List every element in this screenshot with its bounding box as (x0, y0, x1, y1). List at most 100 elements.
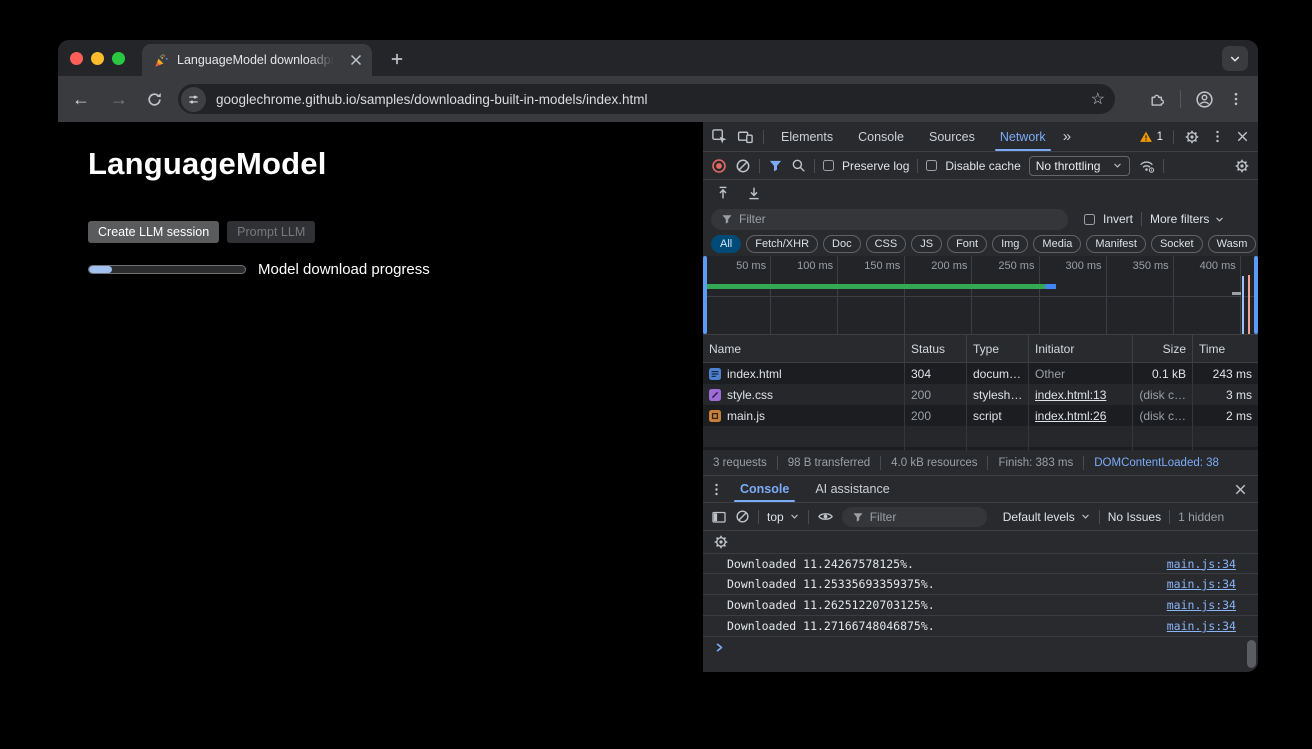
clear-console-icon[interactable] (735, 509, 750, 524)
tick-label: 50 ms (703, 256, 770, 276)
export-har-icon[interactable] (746, 185, 762, 201)
search-icon[interactable] (791, 158, 806, 173)
request-name[interactable]: index.html (727, 367, 782, 381)
console-message: Downloaded 11.27166748046875%. main.js:3… (703, 616, 1258, 637)
tab-overview-button[interactable] (1222, 46, 1248, 71)
close-window-button[interactable] (70, 52, 83, 65)
more-filters-dropdown[interactable]: More filters (1150, 212, 1225, 226)
table-row[interactable]: index.html 304 docum… Other 0.1 kB 243 m… (703, 363, 1258, 384)
forward-button[interactable]: → (110, 90, 128, 108)
filter-funnel-icon (852, 511, 864, 523)
site-settings-button[interactable] (181, 87, 206, 112)
traffic-lights (70, 52, 125, 65)
more-tabs-icon[interactable]: » (1063, 128, 1071, 145)
devtools-close-icon[interactable] (1235, 129, 1250, 144)
chip-media[interactable]: Media (1033, 235, 1081, 253)
profile-icon[interactable] (1195, 90, 1214, 109)
chip-wasm[interactable]: Wasm (1208, 235, 1257, 253)
live-expression-eye-icon[interactable] (817, 508, 834, 525)
disable-cache-label[interactable]: Disable cache (945, 159, 1020, 173)
network-conditions-icon[interactable] (1138, 157, 1155, 174)
minimize-window-button[interactable] (91, 52, 104, 65)
drawer-close-icon[interactable] (1233, 482, 1248, 497)
warning-badge[interactable]: 1 (1139, 130, 1163, 144)
drawer-tab-console[interactable]: Console (730, 476, 799, 502)
message-source-link[interactable]: main.js:34 (1167, 577, 1236, 591)
initiator-link[interactable]: index.html:26 (1035, 409, 1106, 423)
tab-network[interactable]: Network (992, 122, 1054, 151)
issues-counter[interactable]: No Issues (1108, 510, 1161, 524)
tab-close-icon[interactable] (348, 52, 364, 68)
log-levels-dropdown[interactable]: Default levels (1003, 510, 1091, 524)
chip-fetch-xhr[interactable]: Fetch/XHR (746, 235, 818, 253)
overview-right-handle[interactable] (1254, 256, 1258, 334)
table-row[interactable]: style.css 200 stylesh… index.html:13 (di… (703, 384, 1258, 405)
bookmark-star-icon[interactable]: ☆ (1091, 89, 1105, 109)
context-selector[interactable]: top (767, 510, 800, 524)
network-settings-icon[interactable] (1234, 158, 1250, 174)
hidden-messages-count[interactable]: 1 hidden (1178, 510, 1224, 524)
fullscreen-window-button[interactable] (112, 52, 125, 65)
col-type[interactable]: Type (967, 335, 1029, 362)
import-har-icon[interactable] (715, 185, 731, 201)
console-sidebar-icon[interactable] (711, 509, 727, 525)
browser-tab[interactable]: LanguageModel downloadpro (142, 44, 372, 76)
chip-img[interactable]: Img (992, 235, 1028, 253)
filter-funnel-icon[interactable] (768, 158, 783, 173)
stylesheet-file-icon (709, 389, 721, 401)
tab-elements[interactable]: Elements (773, 122, 841, 151)
chip-manifest[interactable]: Manifest (1086, 235, 1146, 253)
tab-console[interactable]: Console (850, 122, 912, 151)
network-overview-timeline[interactable]: 50 ms 100 ms 150 ms 200 ms 250 ms 300 ms… (703, 256, 1258, 335)
new-tab-button[interactable] (388, 50, 406, 68)
col-status[interactable]: Status (905, 335, 967, 362)
devtools-menu-icon[interactable] (1210, 129, 1225, 144)
record-network-log-icon[interactable] (711, 158, 727, 174)
message-source-link[interactable]: main.js:34 (1167, 598, 1236, 612)
message-source-link[interactable]: main.js:34 (1167, 619, 1236, 633)
preserve-log-checkbox[interactable] (823, 160, 834, 171)
tab-sources[interactable]: Sources (921, 122, 983, 151)
console-prompt[interactable] (703, 637, 1258, 655)
request-name[interactable]: main.js (727, 409, 765, 423)
throttling-select[interactable]: No throttling (1029, 156, 1131, 176)
chip-font[interactable]: Font (947, 235, 987, 253)
request-name[interactable]: style.css (727, 388, 773, 402)
url-text[interactable]: googlechrome.github.io/samples/downloadi… (216, 92, 1083, 107)
network-filter-input[interactable] (739, 212, 1058, 226)
drawer-tab-ai-assistance[interactable]: AI assistance (805, 476, 899, 502)
devtools-settings-icon[interactable] (1184, 129, 1200, 145)
initiator-link[interactable]: index.html:13 (1035, 388, 1106, 402)
transferred-size: 98 B transferred (788, 457, 870, 469)
col-initiator[interactable]: Initiator (1029, 335, 1133, 362)
inspect-element-icon[interactable] (711, 128, 728, 145)
overview-left-handle[interactable] (703, 256, 707, 334)
back-button[interactable]: ← (72, 90, 90, 108)
drawer-menu-icon[interactable] (709, 482, 724, 497)
address-bar[interactable]: googlechrome.github.io/samples/downloadi… (178, 84, 1115, 114)
disable-cache-checkbox[interactable] (926, 160, 937, 171)
chip-all[interactable]: All (711, 235, 741, 253)
invert-checkbox[interactable] (1084, 214, 1095, 225)
create-llm-session-button[interactable]: Create LLM session (88, 221, 219, 243)
chip-css[interactable]: CSS (866, 235, 907, 253)
invert-label[interactable]: Invert (1103, 212, 1133, 226)
console-settings-icon[interactable] (713, 534, 729, 550)
chip-doc[interactable]: Doc (823, 235, 861, 253)
message-source-link[interactable]: main.js:34 (1167, 557, 1236, 571)
reload-button[interactable] (146, 91, 163, 108)
chip-js[interactable]: JS (911, 235, 942, 253)
preserve-log-label[interactable]: Preserve log (842, 159, 909, 173)
chip-socket[interactable]: Socket (1151, 235, 1203, 253)
device-toolbar-icon[interactable] (737, 128, 754, 145)
console-filter-input[interactable] (870, 510, 977, 524)
col-name[interactable]: Name (703, 335, 905, 362)
col-time[interactable]: Time (1193, 335, 1258, 362)
clear-network-log-icon[interactable] (735, 158, 751, 174)
browser-menu-icon[interactable] (1228, 91, 1244, 107)
dom-content-loaded-line (1242, 276, 1244, 334)
console-scrollbar-thumb[interactable] (1247, 640, 1256, 668)
table-row[interactable]: main.js 200 script index.html:26 (disk c… (703, 405, 1258, 426)
extensions-icon[interactable] (1149, 91, 1166, 108)
col-size[interactable]: Size (1133, 335, 1193, 362)
